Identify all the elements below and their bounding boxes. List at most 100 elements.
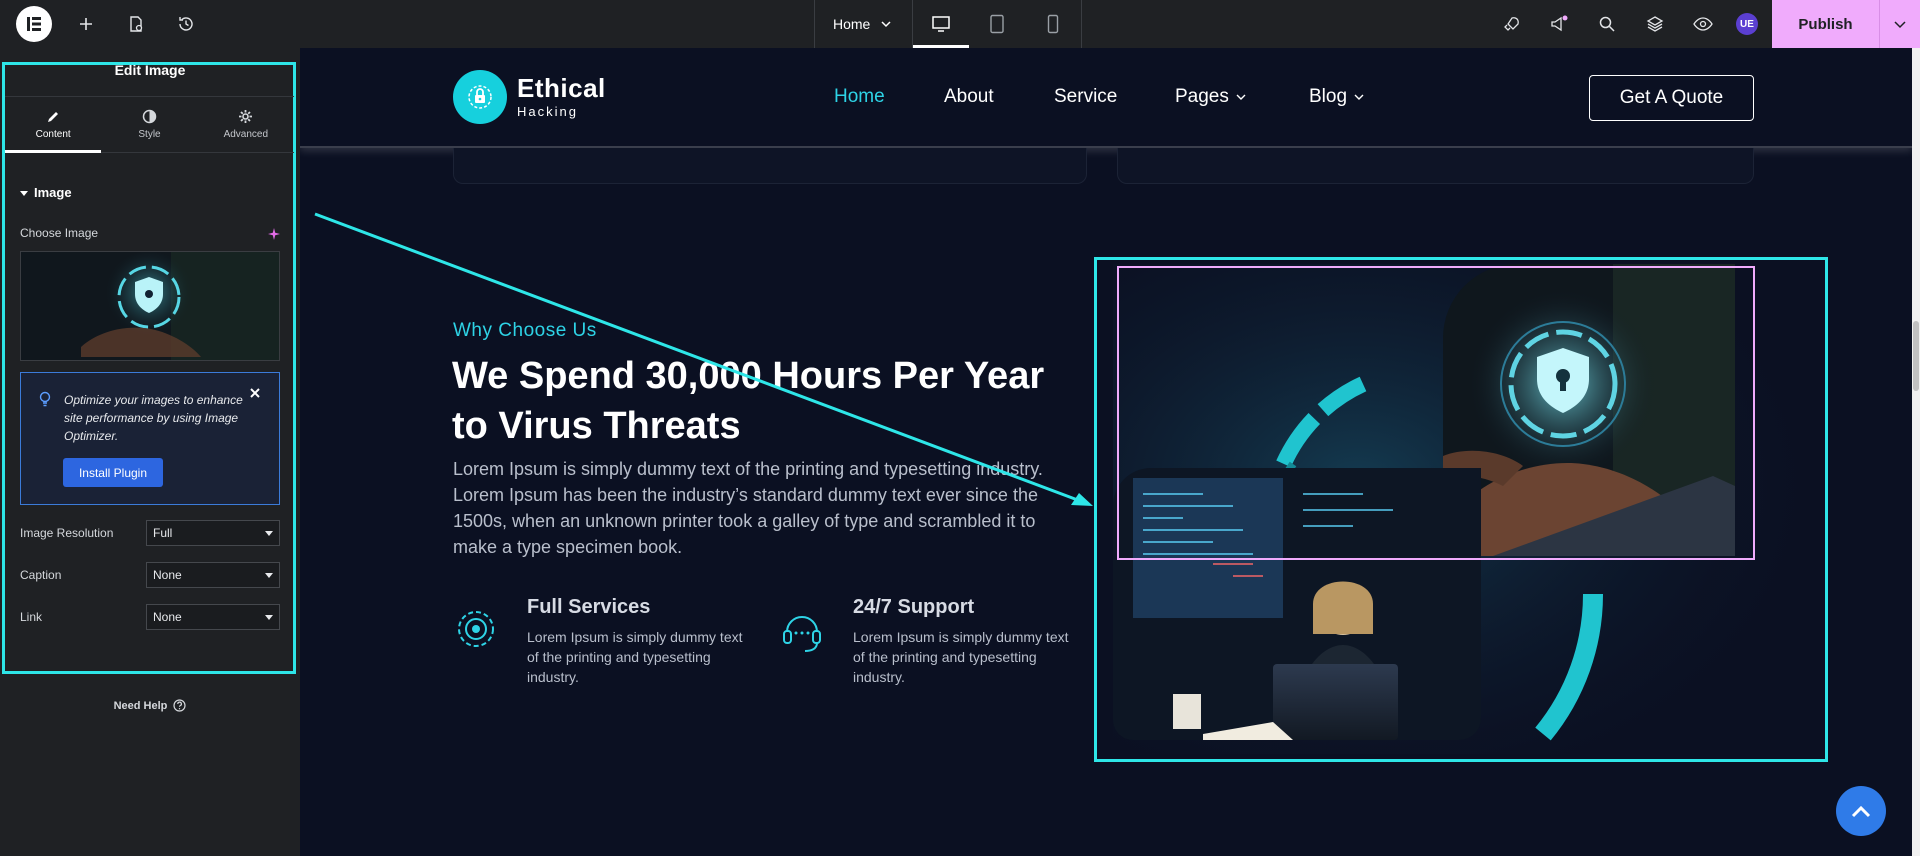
search-icon <box>1599 16 1615 32</box>
caption-label: Caption <box>20 568 62 582</box>
mobile-view-button[interactable] <box>1025 0 1081 48</box>
brand-text: Ethical Hacking <box>517 75 606 119</box>
tab-style[interactable]: Style <box>101 97 197 152</box>
brand-name: Ethical <box>517 73 606 103</box>
history-icon <box>179 17 193 31</box>
select-caret-icon <box>265 530 273 536</box>
nav-item-pages[interactable]: Pages <box>1175 86 1247 108</box>
canvas-scrollbar[interactable] <box>1912 48 1920 856</box>
rocket-icon <box>1504 17 1519 31</box>
section-image-toggle[interactable]: Image <box>20 185 72 200</box>
nav-service-label: Service <box>1054 86 1118 107</box>
whats-new-button[interactable] <box>1535 0 1583 48</box>
select-caret-icon <box>265 614 273 620</box>
site-header: Ethical Hacking Home About Service Pages… <box>300 48 1912 148</box>
image-resolution-label: Image Resolution <box>20 526 114 540</box>
add-element-button[interactable] <box>62 0 110 48</box>
image-resolution-control: Image Resolution Full <box>20 519 280 547</box>
editor-panel: Edit Image Content Style Advanced Image … <box>0 48 300 856</box>
elementor-icon <box>27 17 41 31</box>
section-headline: We Spend 30,000 Hours Per Year to Virus … <box>452 355 1045 447</box>
link-select[interactable]: None <box>146 604 280 630</box>
tab-content[interactable]: Content <box>5 97 102 153</box>
page-selector[interactable]: Home <box>815 0 914 48</box>
caption-control: Caption None <box>20 561 280 589</box>
publish-options-button[interactable] <box>1880 0 1920 48</box>
choose-image-label: Choose Image <box>20 226 99 240</box>
nav-item-blog[interactable]: Blog <box>1309 86 1365 108</box>
section-image-title: Image <box>34 185 72 200</box>
mobile-icon <box>1048 14 1059 34</box>
megaphone-icon <box>1551 15 1568 32</box>
nav-blog-label: Blog <box>1309 86 1348 107</box>
panel-tabs: Content Style Advanced <box>5 96 294 153</box>
get-a-quote-button[interactable]: Get A Quote <box>1589 75 1754 121</box>
nav-pages-label: Pages <box>1175 86 1229 107</box>
image-inner-selection[interactable] <box>1117 266 1755 560</box>
link-value: None <box>153 610 182 624</box>
need-help-label: Need Help <box>113 699 168 712</box>
close-icon[interactable] <box>249 387 261 399</box>
nav-item-service[interactable]: Service <box>1054 86 1117 108</box>
tablet-icon <box>990 14 1005 34</box>
shield-lock-icon <box>468 85 492 109</box>
site-brand[interactable]: Ethical Hacking <box>453 70 606 124</box>
structure-button[interactable] <box>1631 0 1679 48</box>
user-avatar[interactable]: UE <box>1736 13 1758 35</box>
desktop-icon <box>932 16 951 32</box>
gear-chip-icon <box>458 611 494 647</box>
preview-canvas: Ethical Hacking Home About Service Pages… <box>300 48 1912 856</box>
feature-support: 24/7 Support Lorem Ipsum is simply dummy… <box>779 596 1079 686</box>
image-resolution-select[interactable]: Full <box>146 520 280 546</box>
need-help-link[interactable]: Need Help <box>0 699 300 712</box>
pencil-icon <box>48 111 59 122</box>
caption-value: None <box>153 568 182 582</box>
topbar-center: Home <box>814 0 1083 48</box>
publish-button[interactable]: Publish <box>1772 0 1880 48</box>
chevron-down-icon <box>1236 94 1246 100</box>
tab-advanced-label: Advanced <box>223 129 269 140</box>
select-caret-icon <box>265 572 273 578</box>
plus-icon <box>80 18 92 30</box>
caption-select[interactable]: None <box>146 562 280 588</box>
launchpad-button[interactable] <box>1487 0 1535 48</box>
help-icon <box>173 699 186 712</box>
brand-logo-icon <box>453 70 507 124</box>
topbar-right: UE Publish <box>1487 0 1920 48</box>
eye-icon <box>1693 17 1713 31</box>
nav-item-about[interactable]: About <box>944 86 994 108</box>
layers-icon <box>1646 16 1664 32</box>
editor-topbar: Home UE Publish <box>0 0 1920 48</box>
topbar-left <box>0 0 210 48</box>
page-selector-label: Home <box>833 16 871 32</box>
caret-down-icon <box>20 190 28 196</box>
install-plugin-button[interactable]: Install Plugin <box>63 458 163 487</box>
ai-sparkle-icon[interactable] <box>268 228 280 240</box>
headset-icon <box>783 616 821 652</box>
preview-button[interactable] <box>1679 0 1727 48</box>
tab-advanced[interactable]: Advanced <box>198 97 294 152</box>
section-eyebrow: Why Choose Us <box>453 320 597 341</box>
desktop-view-button[interactable] <box>913 0 970 48</box>
contrast-icon <box>142 109 157 124</box>
elementor-logo[interactable] <box>16 6 52 42</box>
nav-item-home[interactable]: Home <box>834 86 885 108</box>
thumbnail-preview-image <box>21 252 279 360</box>
page-settings-button[interactable] <box>112 0 160 48</box>
notice-text: Optimize your images to enhance site per… <box>64 393 243 443</box>
image-thumbnail[interactable] <box>20 251 280 361</box>
scroll-to-top-button[interactable] <box>1836 786 1886 836</box>
chevron-down-icon <box>1354 94 1364 100</box>
search-button[interactable] <box>1583 0 1631 48</box>
chevron-down-icon <box>881 21 891 28</box>
nav-home-label: Home <box>834 86 885 107</box>
gear-icon <box>239 110 253 123</box>
tablet-view-button[interactable] <box>969 0 1025 48</box>
canvas-scrollbar-thumb[interactable] <box>1913 321 1919 391</box>
feature-title: Full Services <box>527 596 651 618</box>
feature-description: Lorem Ipsum is simply dummy text of the … <box>527 629 743 685</box>
history-button[interactable] <box>162 0 210 48</box>
chevron-down-icon <box>1894 21 1906 29</box>
brand-subtitle: Hacking <box>517 104 578 119</box>
feature-title: 24/7 Support <box>853 596 975 618</box>
